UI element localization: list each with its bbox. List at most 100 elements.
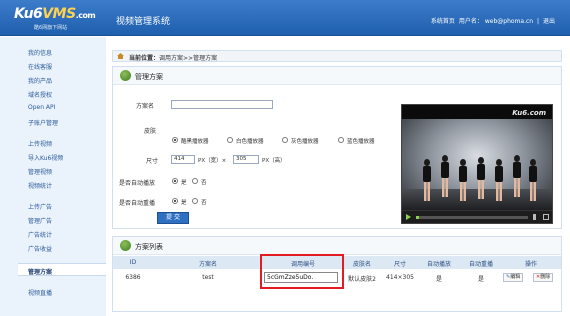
- dancer-figure: [458, 159, 468, 201]
- height-unit: PX（高）: [262, 158, 286, 164]
- sidebar-item-domain-auth[interactable]: 域名授权: [28, 90, 52, 99]
- autoreplay-yes-label: 是: [181, 200, 187, 206]
- cell-autoreplay: 是: [477, 276, 484, 283]
- skin-option-label: 白色播放器: [236, 139, 264, 145]
- width-input[interactable]: 414: [171, 155, 195, 164]
- user-email: web@phoma.cn: [484, 18, 534, 25]
- sidebar-item-upload-video[interactable]: 上传视频: [28, 139, 52, 148]
- submit-button[interactable]: 提 交: [157, 212, 189, 224]
- autoplay-no-label: 否: [201, 180, 207, 186]
- height-input[interactable]: 305: [233, 155, 259, 164]
- size-label: 尺寸: [146, 158, 159, 165]
- skin-radio-black[interactable]: [172, 137, 178, 143]
- seek-progress: [416, 216, 419, 219]
- panel-icon: [120, 240, 131, 251]
- autoreplay-no-radio[interactable]: [192, 198, 198, 204]
- column-header: 自动播放: [426, 261, 451, 268]
- skin-label: 皮肤: [144, 128, 157, 135]
- volume-icon[interactable]: [533, 214, 540, 220]
- sidebar-item-open-api[interactable]: Open API: [28, 104, 55, 111]
- skin-option-label: 酷黑播放器: [181, 139, 209, 145]
- autoreplay-no-label: 否: [201, 200, 207, 206]
- dancer-figure: [422, 159, 432, 201]
- autoreplay-label: 是否自动重播: [119, 200, 156, 207]
- sidebar-item-video-stats[interactable]: 视频统计: [28, 181, 52, 190]
- panel-title: 管理方案: [135, 73, 163, 81]
- sidebar-item-live-video[interactable]: 视频直播: [28, 288, 52, 297]
- dancer-figure: [476, 157, 486, 199]
- autoplay-yes-radio[interactable]: [172, 178, 178, 184]
- skin-option-label: 灰色播放器: [291, 139, 319, 145]
- autoreplay-yes-radio[interactable]: [172, 198, 178, 204]
- skin-radio-white[interactable]: [227, 137, 233, 143]
- column-header: 尺寸: [393, 261, 406, 268]
- autoplay-no-radio[interactable]: [192, 178, 198, 184]
- home-link[interactable]: 系统首页: [431, 18, 455, 25]
- home-icon: [117, 53, 124, 59]
- column-header: ID: [129, 259, 137, 266]
- dancer-figure: [440, 155, 450, 197]
- sidebar-item-sub-accounts[interactable]: 子账户管理: [28, 118, 58, 127]
- edit-button[interactable]: ✎编辑: [503, 273, 524, 282]
- breadcrumb: 当前位置：调用方案>>管理方案: [112, 50, 562, 62]
- column-header: 自动重播: [468, 261, 493, 268]
- sidebar-item-upload-ad[interactable]: 上传广告: [28, 202, 52, 211]
- scheme-name-input[interactable]: [171, 100, 273, 109]
- sidebar: 我的信息 在线客服 我的产品 域名授权 Open API 子账户管理 上传视频 …: [0, 37, 106, 316]
- sidebar-item-manage-ad[interactable]: 管理广告: [28, 216, 52, 225]
- video-frame: [402, 119, 552, 211]
- top-header: Ku6VMS.com 酷6网旗下网站 视频管理系统 系统首页 用户名： web@p…: [0, 0, 570, 36]
- sidebar-item-ad-stats[interactable]: 广告统计: [28, 230, 52, 239]
- skin-option-label: 蓝色播放器: [347, 139, 375, 145]
- system-title: 视频管理系统: [116, 17, 171, 27]
- logo-slogan: 酷6网旗下网站: [34, 25, 68, 31]
- link-separator: |: [537, 18, 540, 25]
- cell-size: 414×305: [386, 274, 414, 281]
- autoplay-label: 是否自动播放: [119, 180, 156, 187]
- scheme-name-label: 方案名: [136, 103, 155, 110]
- delete-label: 删除: [540, 274, 551, 280]
- column-header: 皮肤名: [352, 261, 371, 268]
- panel-header: 方案列表: [113, 237, 561, 255]
- skin-radio-gray[interactable]: [282, 137, 288, 143]
- column-header: 方案名: [198, 261, 217, 268]
- sidebar-item-label: 管理方案: [28, 269, 53, 276]
- fullscreen-icon[interactable]: [543, 214, 549, 220]
- delete-button[interactable]: ✕删除: [533, 273, 554, 282]
- ku6-logo[interactable]: Ku6VMS.com 酷6网旗下网站: [14, 6, 104, 32]
- dancer-figure: [512, 155, 522, 197]
- sidebar-item-products[interactable]: 我的产品: [28, 76, 52, 85]
- panel-title: 方案列表: [135, 243, 163, 251]
- column-header: 操作: [524, 261, 537, 268]
- player-brand: Ku6.com: [512, 109, 546, 117]
- panel-header: 管理方案: [113, 67, 561, 85]
- cell-skin: 默认皮肤2: [348, 276, 376, 283]
- sidebar-item-manage-scheme[interactable]: 管理方案: [18, 263, 106, 276]
- call-code-highlight: [260, 254, 344, 289]
- sidebar-item-my-info[interactable]: 我的信息: [28, 48, 52, 57]
- user-label: 用户名：: [458, 18, 483, 25]
- dancer-figure: [494, 159, 504, 201]
- play-icon[interactable]: [406, 214, 411, 220]
- top-links: 系统首页 用户名： web@phoma.cn | 退出: [430, 16, 556, 25]
- scheme-list-panel: 方案列表 ID 方案名 调用编号 皮肤名 尺寸 自动播放 自动重播 操作 638…: [112, 236, 562, 312]
- player-controls: [402, 210, 552, 223]
- breadcrumb-text: 当前位置：调用方案>>管理方案: [129, 55, 218, 62]
- cell-name: test: [202, 274, 214, 281]
- sidebar-item-support[interactable]: 在线客服: [28, 62, 52, 71]
- edit-label: 编辑: [510, 274, 521, 280]
- video-player-preview[interactable]: Ku6.com: [401, 104, 553, 224]
- logo-text: Ku6VMS.com: [14, 6, 96, 22]
- logout-link[interactable]: 退出: [543, 18, 555, 25]
- main-content: 当前位置：调用方案>>管理方案 管理方案 方案名 皮肤 酷黑播放器 白色播放器 …: [106, 37, 570, 316]
- width-unit: PX（宽）×: [198, 158, 227, 164]
- seek-bar[interactable]: [416, 216, 528, 219]
- sidebar-item-ad-revenue[interactable]: 广告收益: [28, 244, 52, 253]
- dancer-figure: [528, 159, 538, 201]
- cell-id: 6386: [125, 274, 141, 281]
- sidebar-item-import-ku6[interactable]: 导入Ku6视频: [28, 153, 63, 162]
- sidebar-item-manage-video[interactable]: 管理视频: [28, 167, 52, 176]
- autoplay-yes-label: 是: [181, 180, 187, 186]
- skin-radio-blue[interactable]: [338, 137, 344, 143]
- panel-icon: [120, 70, 131, 81]
